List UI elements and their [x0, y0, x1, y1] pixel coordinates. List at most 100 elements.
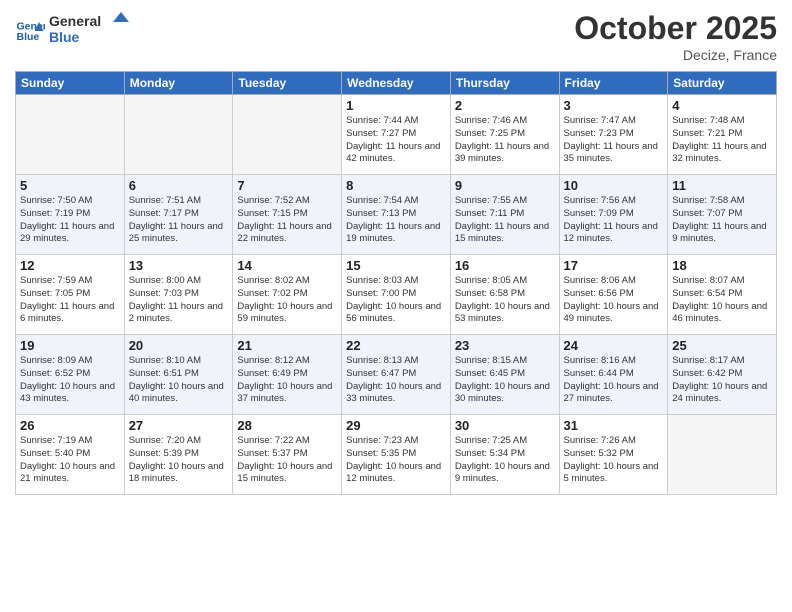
day-info: Sunrise: 7:51 AM Sunset: 7:17 PM Dayligh…	[129, 195, 229, 246]
day-info: Sunrise: 7:19 AM Sunset: 5:40 PM Dayligh…	[20, 435, 120, 486]
calendar-cell: 29Sunrise: 7:23 AM Sunset: 5:35 PM Dayli…	[342, 415, 451, 495]
day-number: 19	[20, 338, 120, 353]
day-info: Sunrise: 7:52 AM Sunset: 7:15 PM Dayligh…	[237, 195, 337, 246]
day-number: 24	[564, 338, 664, 353]
day-number: 17	[564, 258, 664, 273]
calendar-cell: 25Sunrise: 8:17 AM Sunset: 6:42 PM Dayli…	[668, 335, 777, 415]
day-number: 29	[346, 418, 446, 433]
day-info: Sunrise: 7:25 AM Sunset: 5:34 PM Dayligh…	[455, 435, 555, 486]
day-number: 28	[237, 418, 337, 433]
week-row-1: 1Sunrise: 7:44 AM Sunset: 7:27 PM Daylig…	[16, 95, 777, 175]
day-number: 21	[237, 338, 337, 353]
title-block: October 2025 Decize, France	[574, 10, 777, 63]
day-info: Sunrise: 8:16 AM Sunset: 6:44 PM Dayligh…	[564, 355, 664, 406]
day-number: 8	[346, 178, 446, 193]
calendar-table: SundayMondayTuesdayWednesdayThursdayFrid…	[15, 71, 777, 495]
weekday-header-row: SundayMondayTuesdayWednesdayThursdayFrid…	[16, 72, 777, 95]
day-info: Sunrise: 7:44 AM Sunset: 7:27 PM Dayligh…	[346, 115, 446, 166]
calendar-cell: 1Sunrise: 7:44 AM Sunset: 7:27 PM Daylig…	[342, 95, 451, 175]
day-number: 16	[455, 258, 555, 273]
day-number: 26	[20, 418, 120, 433]
day-number: 15	[346, 258, 446, 273]
day-number: 2	[455, 98, 555, 113]
page: General Blue General Blue October 2025 D…	[0, 0, 792, 612]
day-number: 20	[129, 338, 229, 353]
day-number: 30	[455, 418, 555, 433]
calendar-cell: 26 Sunrise: 7:19 AM Sunset: 5:40 PM Dayli…	[16, 415, 125, 495]
day-number: 14	[237, 258, 337, 273]
day-info: Sunrise: 7:56 AM Sunset: 7:09 PM Dayligh…	[564, 195, 664, 246]
location: Decize, France	[574, 47, 777, 63]
calendar-cell: 13Sunrise: 8:00 AM Sunset: 7:03 PM Dayli…	[124, 255, 233, 335]
header: General Blue General Blue October 2025 D…	[15, 10, 777, 63]
calendar-cell	[124, 95, 233, 175]
calendar-cell: 27Sunrise: 7:20 AM Sunset: 5:39 PM Dayli…	[124, 415, 233, 495]
logo-svg: General Blue	[49, 10, 139, 46]
calendar-cell: 20 Sunrise: 8:10 AM Sunset: 6:51 PM Dayli…	[124, 335, 233, 415]
calendar-cell: 14Sunrise: 8:02 AM Sunset: 7:02 PM Dayli…	[233, 255, 342, 335]
day-number: 31	[564, 418, 664, 433]
day-info: Sunrise: 8:05 AM Sunset: 6:58 PM Dayligh…	[455, 275, 555, 326]
calendar-cell: 19 Sunrise: 8:09 AM Sunset: 6:52 PM Dayli…	[16, 335, 125, 415]
weekday-header-monday: Monday	[124, 72, 233, 95]
day-info: Sunrise: 7:55 AM Sunset: 7:11 PM Dayligh…	[455, 195, 555, 246]
calendar-cell: 9 Sunrise: 7:55 AM Sunset: 7:11 PM Daylig…	[450, 175, 559, 255]
day-info: Sunrise: 7:50 AM Sunset: 7:19 PM Dayligh…	[20, 195, 120, 246]
calendar-cell: 24 Sunrise: 8:16 AM Sunset: 6:44 PM Dayli…	[559, 335, 668, 415]
day-info: Sunrise: 8:13 AM Sunset: 6:47 PM Dayligh…	[346, 355, 446, 406]
day-info: Sunrise: 8:07 AM Sunset: 6:54 PM Dayligh…	[672, 275, 772, 326]
day-number: 25	[672, 338, 772, 353]
calendar-cell: 31Sunrise: 7:26 AM Sunset: 5:32 PM Dayli…	[559, 415, 668, 495]
day-number: 4	[672, 98, 772, 113]
calendar-cell: 28 Sunrise: 7:22 AM Sunset: 5:37 PM Dayli…	[233, 415, 342, 495]
day-info: Sunrise: 7:59 AM Sunset: 7:05 PM Dayligh…	[20, 275, 120, 326]
calendar-cell: 7 Sunrise: 7:52 AM Sunset: 7:15 PM Daylig…	[233, 175, 342, 255]
day-info: Sunrise: 7:46 AM Sunset: 7:25 PM Dayligh…	[455, 115, 555, 166]
day-number: 27	[129, 418, 229, 433]
weekday-header-friday: Friday	[559, 72, 668, 95]
weekday-header-tuesday: Tuesday	[233, 72, 342, 95]
day-number: 11	[672, 178, 772, 193]
day-number: 7	[237, 178, 337, 193]
day-number: 6	[129, 178, 229, 193]
week-row-2: 5 Sunrise: 7:50 AM Sunset: 7:19 PM Daylig…	[16, 175, 777, 255]
calendar-cell: 18 Sunrise: 8:07 AM Sunset: 6:54 PM Dayli…	[668, 255, 777, 335]
calendar-cell	[233, 95, 342, 175]
week-row-4: 19 Sunrise: 8:09 AM Sunset: 6:52 PM Dayli…	[16, 335, 777, 415]
calendar-cell: 15 Sunrise: 8:03 AM Sunset: 7:00 PM Dayli…	[342, 255, 451, 335]
day-number: 23	[455, 338, 555, 353]
svg-text:General: General	[49, 13, 101, 29]
day-info: Sunrise: 8:06 AM Sunset: 6:56 PM Dayligh…	[564, 275, 664, 326]
day-number: 13	[129, 258, 229, 273]
calendar-cell: 21 Sunrise: 8:12 AM Sunset: 6:49 PM Dayli…	[233, 335, 342, 415]
svg-text:Blue: Blue	[49, 29, 80, 45]
calendar-cell: 4Sunrise: 7:48 AM Sunset: 7:21 PM Daylig…	[668, 95, 777, 175]
calendar-cell	[668, 415, 777, 495]
calendar-cell: 6 Sunrise: 7:51 AM Sunset: 7:17 PM Daylig…	[124, 175, 233, 255]
day-info: Sunrise: 8:10 AM Sunset: 6:51 PM Dayligh…	[129, 355, 229, 406]
week-row-5: 26 Sunrise: 7:19 AM Sunset: 5:40 PM Dayli…	[16, 415, 777, 495]
calendar-cell: 30 Sunrise: 7:25 AM Sunset: 5:34 PM Dayli…	[450, 415, 559, 495]
day-info: Sunrise: 8:09 AM Sunset: 6:52 PM Dayligh…	[20, 355, 120, 406]
day-info: Sunrise: 7:54 AM Sunset: 7:13 PM Dayligh…	[346, 195, 446, 246]
weekday-header-thursday: Thursday	[450, 72, 559, 95]
calendar-cell: 16 Sunrise: 8:05 AM Sunset: 6:58 PM Dayli…	[450, 255, 559, 335]
day-number: 9	[455, 178, 555, 193]
calendar-cell: 11Sunrise: 7:58 AM Sunset: 7:07 PM Dayli…	[668, 175, 777, 255]
day-number: 5	[20, 178, 120, 193]
day-number: 3	[564, 98, 664, 113]
calendar-cell: 17 Sunrise: 8:06 AM Sunset: 6:56 PM Dayli…	[559, 255, 668, 335]
day-info: Sunrise: 7:47 AM Sunset: 7:23 PM Dayligh…	[564, 115, 664, 166]
day-info: Sunrise: 8:15 AM Sunset: 6:45 PM Dayligh…	[455, 355, 555, 406]
calendar-cell: 8 Sunrise: 7:54 AM Sunset: 7:13 PM Daylig…	[342, 175, 451, 255]
logo-icon: General Blue	[15, 16, 45, 46]
day-number: 18	[672, 258, 772, 273]
calendar-cell: 12Sunrise: 7:59 AM Sunset: 7:05 PM Dayli…	[16, 255, 125, 335]
calendar-cell: 10 Sunrise: 7:56 AM Sunset: 7:09 PM Dayli…	[559, 175, 668, 255]
day-number: 22	[346, 338, 446, 353]
day-number: 10	[564, 178, 664, 193]
day-info: Sunrise: 8:03 AM Sunset: 7:00 PM Dayligh…	[346, 275, 446, 326]
day-info: Sunrise: 7:22 AM Sunset: 5:37 PM Dayligh…	[237, 435, 337, 486]
logo: General Blue General Blue	[15, 10, 139, 51]
day-info: Sunrise: 8:12 AM Sunset: 6:49 PM Dayligh…	[237, 355, 337, 406]
